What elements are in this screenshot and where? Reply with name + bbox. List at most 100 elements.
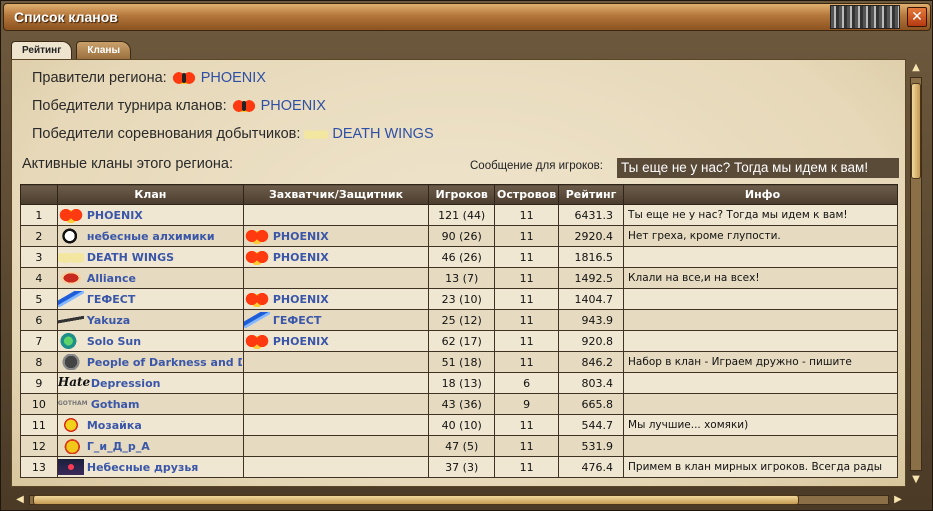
clan-cell: Небесные друзья [56, 456, 244, 478]
clan-name-link[interactable]: Мозайка [87, 419, 142, 432]
captor-cell: PHOENIX [242, 225, 430, 247]
col-rating[interactable]: Рейтинг [558, 184, 625, 205]
info-cell: Мы лучшие... хомяки) [623, 414, 898, 436]
table-row[interactable]: 13 Небесные друзья 37 (3) 11 476.4 Примем в к… [20, 456, 898, 478]
rulers-line: Правители региона: PHOENIX [32, 70, 266, 86]
miners-clan-link[interactable]: DEATH WINGS [332, 126, 433, 142]
miners-line: Победители соревнования добытчиков: DEAT… [32, 126, 434, 142]
info-cell: Нет греха, кроме глупости. [623, 225, 898, 247]
islands-cell: 11 [494, 435, 560, 457]
scroll-down-icon[interactable]: ▼ [909, 473, 923, 487]
row-number: 3 [20, 246, 58, 268]
yakuza-icon [58, 312, 84, 328]
players-cell: 37 (3) [428, 456, 496, 478]
clan-name-link[interactable]: PHOENIX [87, 209, 143, 222]
islands-cell: 11 [494, 309, 560, 331]
captor-clan-link[interactable]: ГЕФЕСТ [273, 314, 322, 327]
clan-cell: Hate Depression [56, 372, 244, 394]
vertical-scrollbar[interactable]: ▲ ▼ [906, 59, 928, 489]
message-label: Сообщение для игроков: [470, 160, 603, 172]
col-islands[interactable]: Островов [494, 184, 560, 205]
tab-rating[interactable]: Рейтинг [11, 41, 73, 59]
clan-name-link[interactable]: Небесные друзья [87, 461, 199, 474]
rating-cell: 1816.5 [558, 246, 625, 268]
message-text: Ты еще не у нас? Тогда мы идем к вам! [617, 158, 899, 178]
clan-cell: Solo Sun [56, 330, 244, 352]
row-number: 5 [20, 288, 58, 310]
col-clan[interactable]: Клан [56, 184, 244, 205]
captor-cell: PHOENIX [242, 246, 430, 268]
info-cell: Ты еще не у нас? Тогда мы идем к вам! [623, 204, 898, 226]
scroll-right-icon[interactable]: ▶ [891, 493, 905, 507]
table-row[interactable]: 9 Hate Depression 18 (13) 6 803.4 [20, 372, 898, 394]
clan-name-link[interactable]: ГЕФЕСТ [87, 293, 136, 306]
table-row[interactable]: 10 GOTHAM Gotham 43 (36) 9 665.8 [20, 393, 898, 415]
tournament-label: Победители турнира кланов: [32, 98, 227, 114]
clan-cell: Г_и_Д_р_А [56, 435, 244, 457]
col-players[interactable]: Игроков [428, 184, 496, 205]
phoenix-icon [170, 70, 197, 86]
clan-cell: небесные алхимики [56, 225, 244, 247]
players-cell: 43 (36) [428, 393, 496, 415]
captor-clan-link[interactable]: PHOENIX [273, 230, 329, 243]
clan-list-window: Список кланов ✕ Рейтинг Кланы Правители … [0, 0, 933, 511]
title-bar[interactable]: Список кланов ✕ [3, 3, 931, 31]
close-button[interactable]: ✕ [907, 7, 927, 27]
gotham-icon-text: GOTHAM [57, 400, 88, 407]
scroll-left-icon[interactable]: ◀ [13, 493, 27, 507]
col-number[interactable] [20, 184, 58, 205]
clan-name-link[interactable]: Solo Sun [87, 335, 141, 348]
info-cell [623, 372, 898, 394]
clan-name-link[interactable]: Yakuza [87, 314, 130, 327]
rating-cell: 943.9 [558, 309, 625, 331]
table-row[interactable]: 2 небесные алхимики PHOENIX 90 (26) 11 2920.4… [20, 225, 898, 247]
clan-name-link[interactable]: небесные алхимики [87, 230, 215, 243]
clan-cell: ГЕФЕСТ [56, 288, 244, 310]
tab-clans[interactable]: Кланы [76, 41, 131, 59]
table-row[interactable]: 1 PHOENIX 121 (44) 11 6431.3 Ты еще не у нас?… [20, 204, 898, 226]
col-captor[interactable]: Захватчик/Защитник [242, 184, 430, 205]
table-row[interactable]: 3 DEATH WINGS PHOENIX 46 (26) 11 1816.5 [20, 246, 898, 268]
gidra-icon [58, 438, 84, 454]
phoenix-icon [230, 98, 257, 114]
players-cell: 51 (18) [428, 351, 496, 373]
clan-name-link[interactable]: Alliance [87, 272, 136, 285]
table-row[interactable]: 6 Yakuza ГЕФЕСТ 25 (12) 11 943.9 [20, 309, 898, 331]
sun-icon [58, 333, 84, 349]
table-row[interactable]: 8 People of Darkness and D 51 (18) 11 846.2 Н… [20, 351, 898, 373]
scroll-up-icon[interactable]: ▲ [909, 61, 923, 75]
table-row[interactable]: 5 ГЕФЕСТ PHOENIX 23 (10) 11 1404.7 [20, 288, 898, 310]
clan-name-link[interactable]: Depression [91, 377, 161, 390]
table-row[interactable]: 11 Мозайка 40 (10) 11 544.7 Мы лучшие... хомя… [20, 414, 898, 436]
captor-cell: PHOENIX [242, 288, 430, 310]
row-number: 13 [20, 456, 58, 478]
alliance-icon [58, 270, 84, 286]
players-cell: 18 (13) [428, 372, 496, 394]
col-info[interactable]: Инфо [623, 184, 898, 205]
horizontal-scroll-thumb[interactable] [33, 495, 799, 505]
table-body: 1 PHOENIX 121 (44) 11 6431.3 Ты еще не у нас?… [20, 204, 898, 478]
clan-name-link[interactable]: Г_и_Д_р_А [87, 440, 150, 453]
table-row[interactable]: 4 Alliance 13 (7) 11 1492.5 Клали на все,и на… [20, 267, 898, 289]
horizontal-scrollbar[interactable]: ◀ ▶ [11, 492, 906, 508]
table-row[interactable]: 12 Г_и_Д_р_А 47 (5) 11 531.9 [20, 435, 898, 457]
players-cell: 13 (7) [428, 267, 496, 289]
captor-clan-link[interactable]: PHOENIX [273, 335, 329, 348]
clan-name-link[interactable]: DEATH WINGS [87, 251, 174, 264]
tournament-clan-link[interactable]: PHOENIX [261, 98, 326, 114]
islands-cell: 11 [494, 330, 560, 352]
captor-clan-link[interactable]: PHOENIX [273, 251, 329, 264]
rulers-clan-link[interactable]: PHOENIX [201, 70, 266, 86]
vertical-scroll-thumb[interactable] [911, 83, 921, 179]
clan-name-link[interactable]: People of Darkness and D [87, 356, 242, 369]
players-cell: 46 (26) [428, 246, 496, 268]
captor-clan-link[interactable]: PHOENIX [273, 293, 329, 306]
clan-name-link[interactable]: Gotham [91, 398, 140, 411]
mosaic-icon [58, 417, 84, 433]
clan-cell: Alliance [56, 267, 244, 289]
info-cell: Набор в клан - Играем дружно - пишите [623, 351, 898, 373]
gotham-icon: GOTHAM [58, 396, 88, 412]
table-row[interactable]: 7 Solo Sun PHOENIX 62 (17) 11 920.8 [20, 330, 898, 352]
islands-cell: 6 [494, 372, 560, 394]
row-number: 11 [20, 414, 58, 436]
